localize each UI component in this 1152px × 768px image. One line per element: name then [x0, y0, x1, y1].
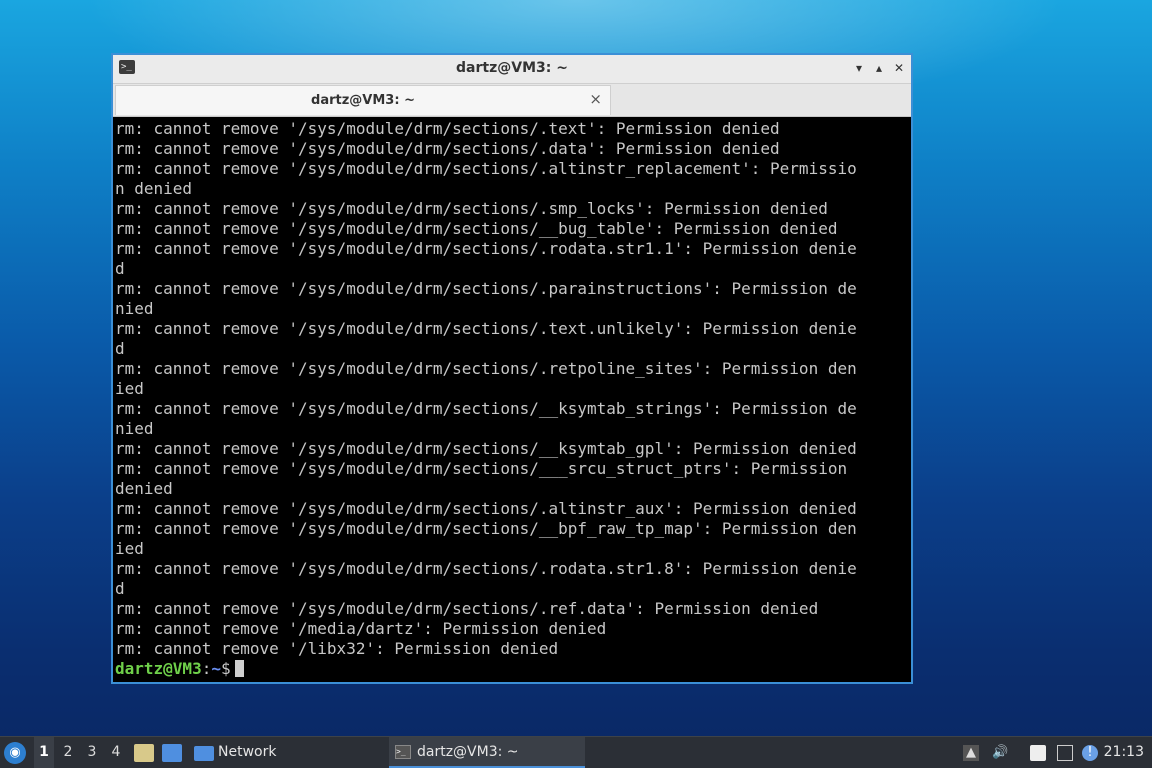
terminal-line: rm: cannot remove '/sys/module/drm/secti…	[115, 559, 857, 578]
file-manager-icon[interactable]	[134, 744, 154, 762]
terminal-line: rm: cannot remove '/sys/module/drm/secti…	[115, 399, 857, 418]
text-cursor	[234, 660, 244, 677]
terminal-icon: >_	[395, 745, 411, 759]
minimize-button[interactable]: ▾	[851, 59, 867, 77]
terminal-line: rm: cannot remove '/sys/module/drm/secti…	[115, 459, 848, 478]
clipboard-icon[interactable]	[1030, 745, 1046, 761]
terminal-line: d	[115, 339, 125, 358]
clock[interactable]: 21:13	[1104, 737, 1144, 768]
folder-icon	[194, 746, 214, 761]
tab-terminal[interactable]: dartz@VM3: ~ ×	[115, 85, 611, 115]
terminal-line: nied	[115, 419, 154, 438]
terminal-line: rm: cannot remove '/libx32': Permission …	[115, 639, 559, 658]
volume-icon[interactable]: 🔊	[992, 745, 1008, 761]
workspace-3[interactable]: 3	[82, 737, 102, 768]
terminal-line: rm: cannot remove '/sys/module/drm/secti…	[115, 319, 857, 338]
window-title: dartz@VM3: ~	[456, 60, 568, 76]
terminal-prompt[interactable]: dartz@VM3:~$	[115, 659, 909, 679]
tab-close-icon[interactable]: ×	[589, 90, 602, 108]
terminal-output[interactable]: rm: cannot remove '/sys/module/drm/secti…	[115, 119, 909, 681]
terminal-line: rm: cannot remove '/sys/module/drm/secti…	[115, 519, 857, 538]
start-menu-icon[interactable]: ◉	[4, 742, 26, 764]
terminal-line: rm: cannot remove '/sys/module/drm/secti…	[115, 439, 857, 458]
workspace-4[interactable]: 4	[106, 737, 126, 768]
tray-arrow-up-icon[interactable]: ▲	[963, 745, 979, 761]
workspace-1[interactable]: 1	[34, 737, 54, 768]
network-launcher[interactable]: Network	[218, 737, 276, 768]
show-desktop-icon[interactable]	[162, 744, 182, 762]
terminal-line: nied	[115, 299, 154, 318]
window-titlebar[interactable]: >_ dartz@VM3: ~ ▾ ▴ ✕	[113, 55, 911, 84]
terminal-line: rm: cannot remove '/sys/module/drm/secti…	[115, 199, 828, 218]
terminal-line: ied	[115, 379, 144, 398]
taskbar-terminal-task[interactable]: >_ dartz@VM3: ~	[389, 737, 585, 768]
terminal-line: d	[115, 579, 125, 598]
terminal-line: rm: cannot remove '/sys/module/drm/secti…	[115, 219, 838, 238]
prompt-path: ~	[211, 659, 221, 678]
prompt-symbol: $	[220, 659, 231, 678]
terminal-line: rm: cannot remove '/sys/module/drm/secti…	[115, 279, 857, 298]
terminal-line: rm: cannot remove '/sys/module/drm/secti…	[115, 239, 857, 258]
close-window-button[interactable]: ✕	[891, 59, 907, 77]
prompt-user: dartz@VM3	[115, 659, 202, 678]
tab-bar: dartz@VM3: ~ ×	[113, 84, 911, 117]
updates-icon[interactable]: !	[1082, 745, 1098, 761]
terminal-line: rm: cannot remove '/sys/module/drm/secti…	[115, 159, 857, 178]
terminal-line: rm: cannot remove '/media/dartz': Permis…	[115, 619, 607, 638]
task-label: dartz@VM3: ~	[417, 744, 519, 760]
terminal-line: n denied	[115, 179, 193, 198]
terminal-line: d	[115, 259, 125, 278]
workspace-2[interactable]: 2	[58, 737, 78, 768]
network-icon[interactable]	[1057, 745, 1073, 761]
terminal-line: rm: cannot remove '/sys/module/drm/secti…	[115, 499, 857, 518]
terminal-window[interactable]: >_ dartz@VM3: ~ ▾ ▴ ✕ dartz@VM3: ~ × rm:…	[111, 53, 913, 684]
maximize-button[interactable]: ▴	[871, 59, 887, 77]
terminal-line: denied	[115, 479, 173, 498]
prompt-separator: :	[201, 659, 212, 678]
tab-label: dartz@VM3: ~	[311, 93, 415, 108]
taskbar: ◉ 1 2 3 4 Network >_ dartz@VM3: ~ ▲ 🔊 ! …	[0, 736, 1152, 768]
terminal-line: rm: cannot remove '/sys/module/drm/secti…	[115, 359, 857, 378]
terminal-line: rm: cannot remove '/sys/module/drm/secti…	[115, 599, 819, 618]
terminal-line: rm: cannot remove '/sys/module/drm/secti…	[115, 139, 780, 158]
terminal-line: rm: cannot remove '/sys/module/drm/secti…	[115, 119, 780, 138]
terminal-line: ied	[115, 539, 144, 558]
